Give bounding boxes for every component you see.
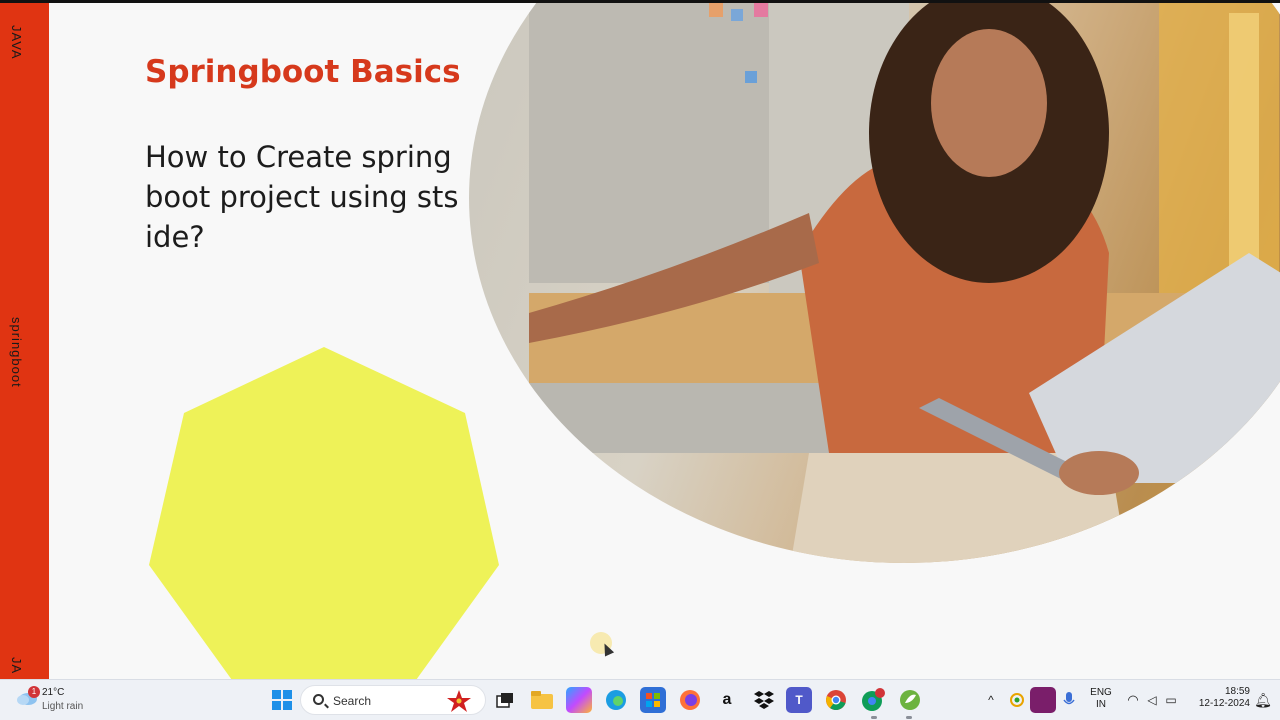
weather-condition: Light rain <box>42 701 84 712</box>
woman-with-laptop-photo <box>469 3 1280 563</box>
chrome-icon[interactable] <box>823 687 849 713</box>
copilot-icon[interactable] <box>566 687 592 713</box>
firefox-icon[interactable] <box>677 687 703 713</box>
chrome-profile-icon[interactable] <box>860 687 886 713</box>
task-view-icon[interactable] <box>492 687 518 713</box>
weather-temperature: 21°C <box>42 687 65 698</box>
desktop-screen: JAVA springboot JA Springboot Basics How… <box>0 0 1280 720</box>
taskbar: 1 21°C Light rain Search a T ^ ENG IN ◠ … <box>0 679 1280 720</box>
presentation-slide: Springboot Basics How to Create spring b… <box>49 3 1280 679</box>
sidebar-bottom-label: JA <box>9 657 24 675</box>
search-icon <box>313 694 324 705</box>
start-icon[interactable] <box>269 687 295 713</box>
edge-icon[interactable] <box>603 687 629 713</box>
language-indicator[interactable]: ENG IN <box>1088 687 1114 711</box>
dropbox-icon[interactable] <box>751 687 777 713</box>
teams-icon[interactable]: T <box>786 687 812 713</box>
heptagon-shape <box>149 347 499 679</box>
clock-date: 12-12-2024 <box>1198 698 1250 709</box>
sync-icon[interactable] <box>1004 687 1030 713</box>
battery-icon[interactable]: ▭ <box>1158 687 1184 713</box>
region-code: IN <box>1096 699 1106 710</box>
search-placeholder: Search <box>333 694 372 708</box>
poinsettia-icon <box>447 690 471 712</box>
chevron-up-icon[interactable]: ^ <box>978 687 1004 713</box>
sts-running-indicator <box>906 716 912 719</box>
weather-widget[interactable]: 1 21°C Light rain <box>14 684 134 716</box>
clock-time: 18:59 <box>1224 686 1250 697</box>
clock[interactable]: 18:59 12-12-2024 <box>1188 686 1250 710</box>
notification-bell-icon[interactable]: 🔔︎ <box>1250 687 1276 713</box>
file-explorer-icon[interactable] <box>529 687 555 713</box>
slide-title: Springboot Basics <box>145 54 461 90</box>
slide-subtitle: How to Create spring boot project using … <box>145 140 459 254</box>
slide-sidebar: JAVA springboot JA <box>0 3 49 679</box>
notification-badge: 1 <box>28 686 40 698</box>
microphone-icon[interactable] <box>1056 687 1082 713</box>
spring-tool-suite-icon[interactable] <box>897 687 923 713</box>
taskbar-search-box[interactable]: Search <box>300 685 486 715</box>
sidebar-springboot-label: springboot <box>9 317 24 388</box>
sidebar-java-label: JAVA <box>9 25 24 60</box>
app-tray-icon[interactable] <box>1030 687 1056 713</box>
amazon-icon[interactable]: a <box>714 687 740 713</box>
language-code: ENG <box>1090 687 1112 698</box>
microsoft-store-icon[interactable] <box>640 687 666 713</box>
chrome-running-indicator <box>871 716 877 719</box>
